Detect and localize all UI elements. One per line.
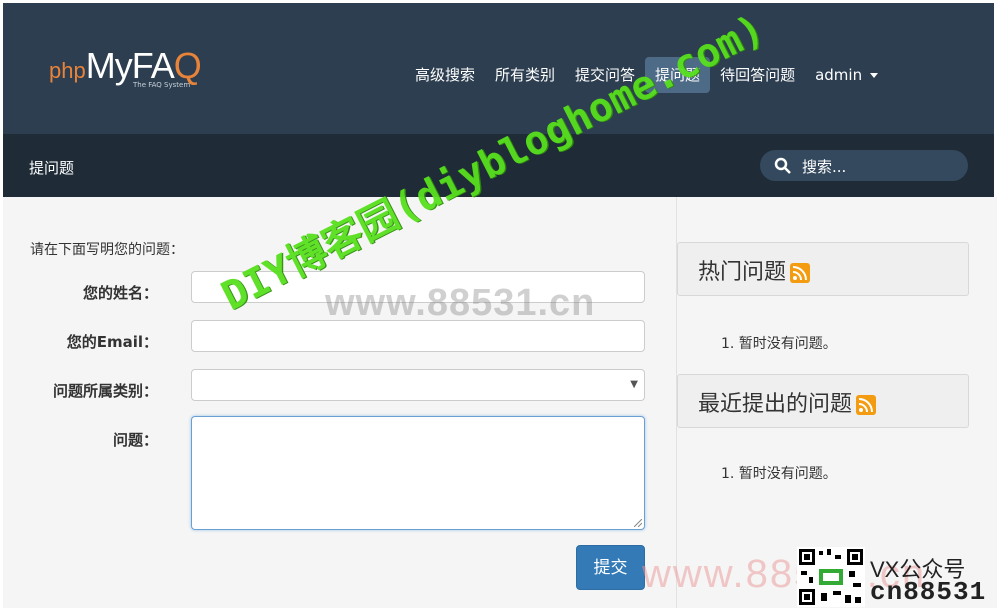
search-input[interactable]: 搜索... bbox=[760, 150, 968, 181]
recent-list-item: 1. 暂时没有问题。 bbox=[721, 466, 837, 482]
popular-list-item: 1. 暂时没有问题。 bbox=[721, 336, 837, 352]
search-icon bbox=[774, 157, 791, 174]
chevron-down-icon bbox=[870, 73, 879, 78]
logo-php-text: php bbox=[49, 58, 86, 83]
watermark-cn: cn88531 bbox=[870, 577, 987, 607]
category-select[interactable]: ▼ bbox=[191, 369, 645, 401]
submit-button[interactable]: 提交 bbox=[576, 545, 645, 590]
user-menu[interactable]: admin bbox=[805, 57, 888, 93]
logo-q-text: Q bbox=[173, 45, 202, 86]
popular-questions-panel: 热门问题 bbox=[677, 242, 969, 296]
dropdown-arrow-icon: ▼ bbox=[630, 379, 638, 390]
user-name: admin bbox=[815, 66, 863, 84]
nav-all-categories[interactable]: 所有类别 bbox=[485, 57, 565, 93]
popular-title: 热门问题 bbox=[698, 260, 787, 285]
resize-handle-icon[interactable] bbox=[634, 519, 642, 527]
top-navbar: phpMyFAQ The FAQ System 高级搜索 所有类别 提交问答 提… bbox=[3, 3, 994, 134]
watermark-grey: www.88531.cn bbox=[325, 282, 596, 324]
phpmyfaq-logo[interactable]: phpMyFAQ The FAQ System bbox=[49, 45, 202, 89]
form-intro: 请在下面写明您的问题： bbox=[30, 242, 184, 258]
rss-icon[interactable] bbox=[856, 395, 877, 415]
rss-icon[interactable] bbox=[790, 263, 811, 283]
question-label: 问题： bbox=[112, 431, 158, 449]
recent-title: 最近提出的问题 bbox=[698, 392, 853, 417]
search-placeholder: 搜索... bbox=[802, 158, 847, 176]
qr-code-icon bbox=[797, 547, 865, 607]
logo-tagline: The FAQ System bbox=[133, 81, 191, 89]
recent-questions-panel: 最近提出的问题 bbox=[677, 374, 969, 428]
question-textarea[interactable] bbox=[191, 416, 645, 530]
email-label: 您的Email： bbox=[66, 333, 158, 351]
page-title: 提问题 bbox=[29, 159, 75, 177]
logo-main-text: MyFA bbox=[85, 45, 175, 86]
category-label: 问题所属类别： bbox=[52, 382, 158, 400]
name-label: 您的姓名： bbox=[82, 284, 158, 302]
nav-advanced-search[interactable]: 高级搜索 bbox=[405, 57, 485, 93]
